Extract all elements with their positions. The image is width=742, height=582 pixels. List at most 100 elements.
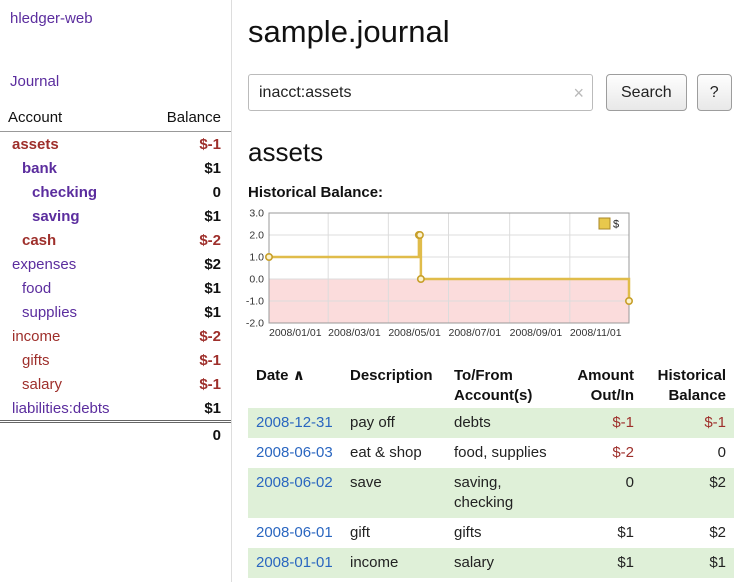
register-balance-cell: $1 (642, 548, 734, 578)
register-amount-cell: $1 (558, 548, 642, 578)
svg-text:2008/11/01: 2008/11/01 (570, 327, 622, 339)
balance-chart: 3.02.01.00.0-1.0-2.02008/01/012008/03/01… (241, 205, 734, 352)
register-row: 2008-06-02savesaving, checking0$2 (248, 468, 734, 518)
account-link[interactable]: supplies (22, 303, 77, 322)
account-balance: $-1 (143, 132, 231, 157)
account-link[interactable]: bank (22, 159, 57, 178)
register-balance-cell: $2 (642, 468, 734, 518)
account-name-cell: salary (0, 372, 143, 396)
register-accounts-cell: saving, checking (446, 468, 558, 518)
register-header-date: Date ∧ (248, 364, 342, 408)
account-link[interactable]: expenses (12, 255, 76, 274)
transaction-date-link[interactable]: 2008-06-02 (256, 474, 333, 491)
sort-asc-icon: ∧ (293, 367, 305, 384)
account-link[interactable]: checking (32, 183, 97, 202)
help-button[interactable]: ? (697, 74, 732, 111)
account-balance: $1 (143, 204, 231, 228)
account-name-cell: assets (0, 132, 143, 157)
account-row: supplies $1 (0, 300, 231, 324)
transaction-date-link[interactable]: 2008-06-01 (256, 524, 333, 541)
svg-text:3.0: 3.0 (249, 208, 264, 220)
register-header-row: Date ∧ Description To/From Account(s) Am… (248, 364, 734, 408)
brand-link[interactable]: hledger-web (10, 10, 231, 27)
transaction-date-link[interactable]: 2008-06-03 (256, 444, 333, 461)
account-name-cell: liabilities:debts (0, 396, 143, 422)
register-description-cell: gift (342, 518, 446, 548)
date-header-label: Date (256, 367, 289, 384)
transaction-date-link[interactable]: 2008-12-31 (256, 414, 333, 431)
register-row: 2008-06-01giftgifts$1$2 (248, 518, 734, 548)
account-row: checking0 (0, 180, 231, 204)
register-accounts-cell: food, supplies (446, 438, 558, 468)
account-link[interactable]: gifts (22, 351, 50, 370)
account-balance: $1 (143, 156, 231, 180)
register-row: 2008-01-01incomesalary$1$1 (248, 548, 734, 578)
register-accounts-cell: gifts (446, 518, 558, 548)
account-link[interactable]: income (12, 327, 60, 346)
account-link[interactable]: assets (12, 135, 59, 154)
account-name-cell: income (0, 324, 143, 348)
register-date-cell: 2008-06-03 (248, 438, 342, 468)
account-row: food$1 (0, 276, 231, 300)
chart-title: Historical Balance: (248, 184, 734, 201)
register-balance-cell: $-1 (642, 408, 734, 438)
accounts-table-body: assets$-1bank$1checking0saving$1cash$-2e… (0, 132, 231, 422)
accounts-header-balance: Balance (143, 106, 231, 132)
account-heading: assets (248, 137, 734, 168)
register-accounts-cell: salary (446, 548, 558, 578)
search-box: × (248, 74, 593, 111)
register-accounts-cell: debts (446, 408, 558, 438)
accounts-total-balance: 0 (143, 422, 231, 448)
search-button[interactable]: Search (606, 74, 687, 111)
account-row: gifts$-1 (0, 348, 231, 372)
hledger-web-app: hledger-web Journal Account Balance asse… (0, 0, 742, 582)
svg-text:-1.0: -1.0 (246, 296, 264, 308)
account-link[interactable]: cash (22, 231, 56, 250)
account-row: income $-2 (0, 324, 231, 348)
svg-text:2008/05/01: 2008/05/01 (388, 327, 441, 339)
account-name-cell: checking (0, 180, 143, 204)
account-balance: $1 (143, 300, 231, 324)
register-description-cell: income (342, 548, 446, 578)
svg-text:$: $ (613, 219, 619, 231)
account-link[interactable]: salary (22, 375, 62, 394)
sort-by-date-link[interactable]: Date ∧ (256, 367, 305, 384)
register-date-cell: 2008-06-01 (248, 518, 342, 548)
register-description-cell: save (342, 468, 446, 518)
accounts-total-spacer (0, 422, 143, 448)
register-row: 2008-06-03eat & shopfood, supplies$-20 (248, 438, 734, 468)
account-row: expenses $2 (0, 252, 231, 276)
transaction-date-link[interactable]: 2008-01-01 (256, 554, 333, 571)
page-title: sample.journal (248, 14, 734, 50)
register-date-cell: 2008-01-01 (248, 548, 342, 578)
account-link[interactable]: saving (32, 207, 80, 226)
register-amount-cell: $1 (558, 518, 642, 548)
register-balance-cell: 0 (642, 438, 734, 468)
search-input[interactable] (248, 74, 593, 111)
account-name-cell: saving (0, 204, 143, 228)
account-link[interactable]: liabilities:debts (12, 399, 110, 418)
register-table-body: 2008-12-31pay offdebts$-1$-12008-06-03ea… (248, 408, 734, 578)
svg-text:2.0: 2.0 (249, 230, 264, 242)
register-table: Date ∧ Description To/From Account(s) Am… (248, 364, 734, 578)
account-balance: $-2 (143, 324, 231, 348)
svg-text:2008/01/01: 2008/01/01 (269, 327, 322, 339)
svg-text:0.0: 0.0 (249, 274, 264, 286)
account-row: saving $1 (0, 204, 231, 228)
account-name-cell: expenses (0, 252, 143, 276)
account-balance: $-2 (143, 228, 231, 252)
svg-text:2008/03/01: 2008/03/01 (328, 327, 381, 339)
account-link[interactable]: food (22, 279, 51, 298)
account-row: liabilities:debts$1 (0, 396, 231, 422)
clear-search-icon[interactable]: × (573, 84, 584, 102)
main-content: sample.journal × Search ? assets Histori… (233, 0, 742, 582)
register-amount-cell: $-1 (558, 408, 642, 438)
search-form: × Search ? (248, 74, 734, 111)
account-balance: $-1 (143, 372, 231, 396)
account-balance: $2 (143, 252, 231, 276)
sidebar-item-journal[interactable]: Journal (10, 73, 231, 90)
account-name-cell: supplies (0, 300, 143, 324)
svg-text:2008/07/01: 2008/07/01 (449, 327, 502, 339)
accounts-header-account: Account (0, 106, 143, 132)
svg-text:1.0: 1.0 (249, 252, 264, 264)
